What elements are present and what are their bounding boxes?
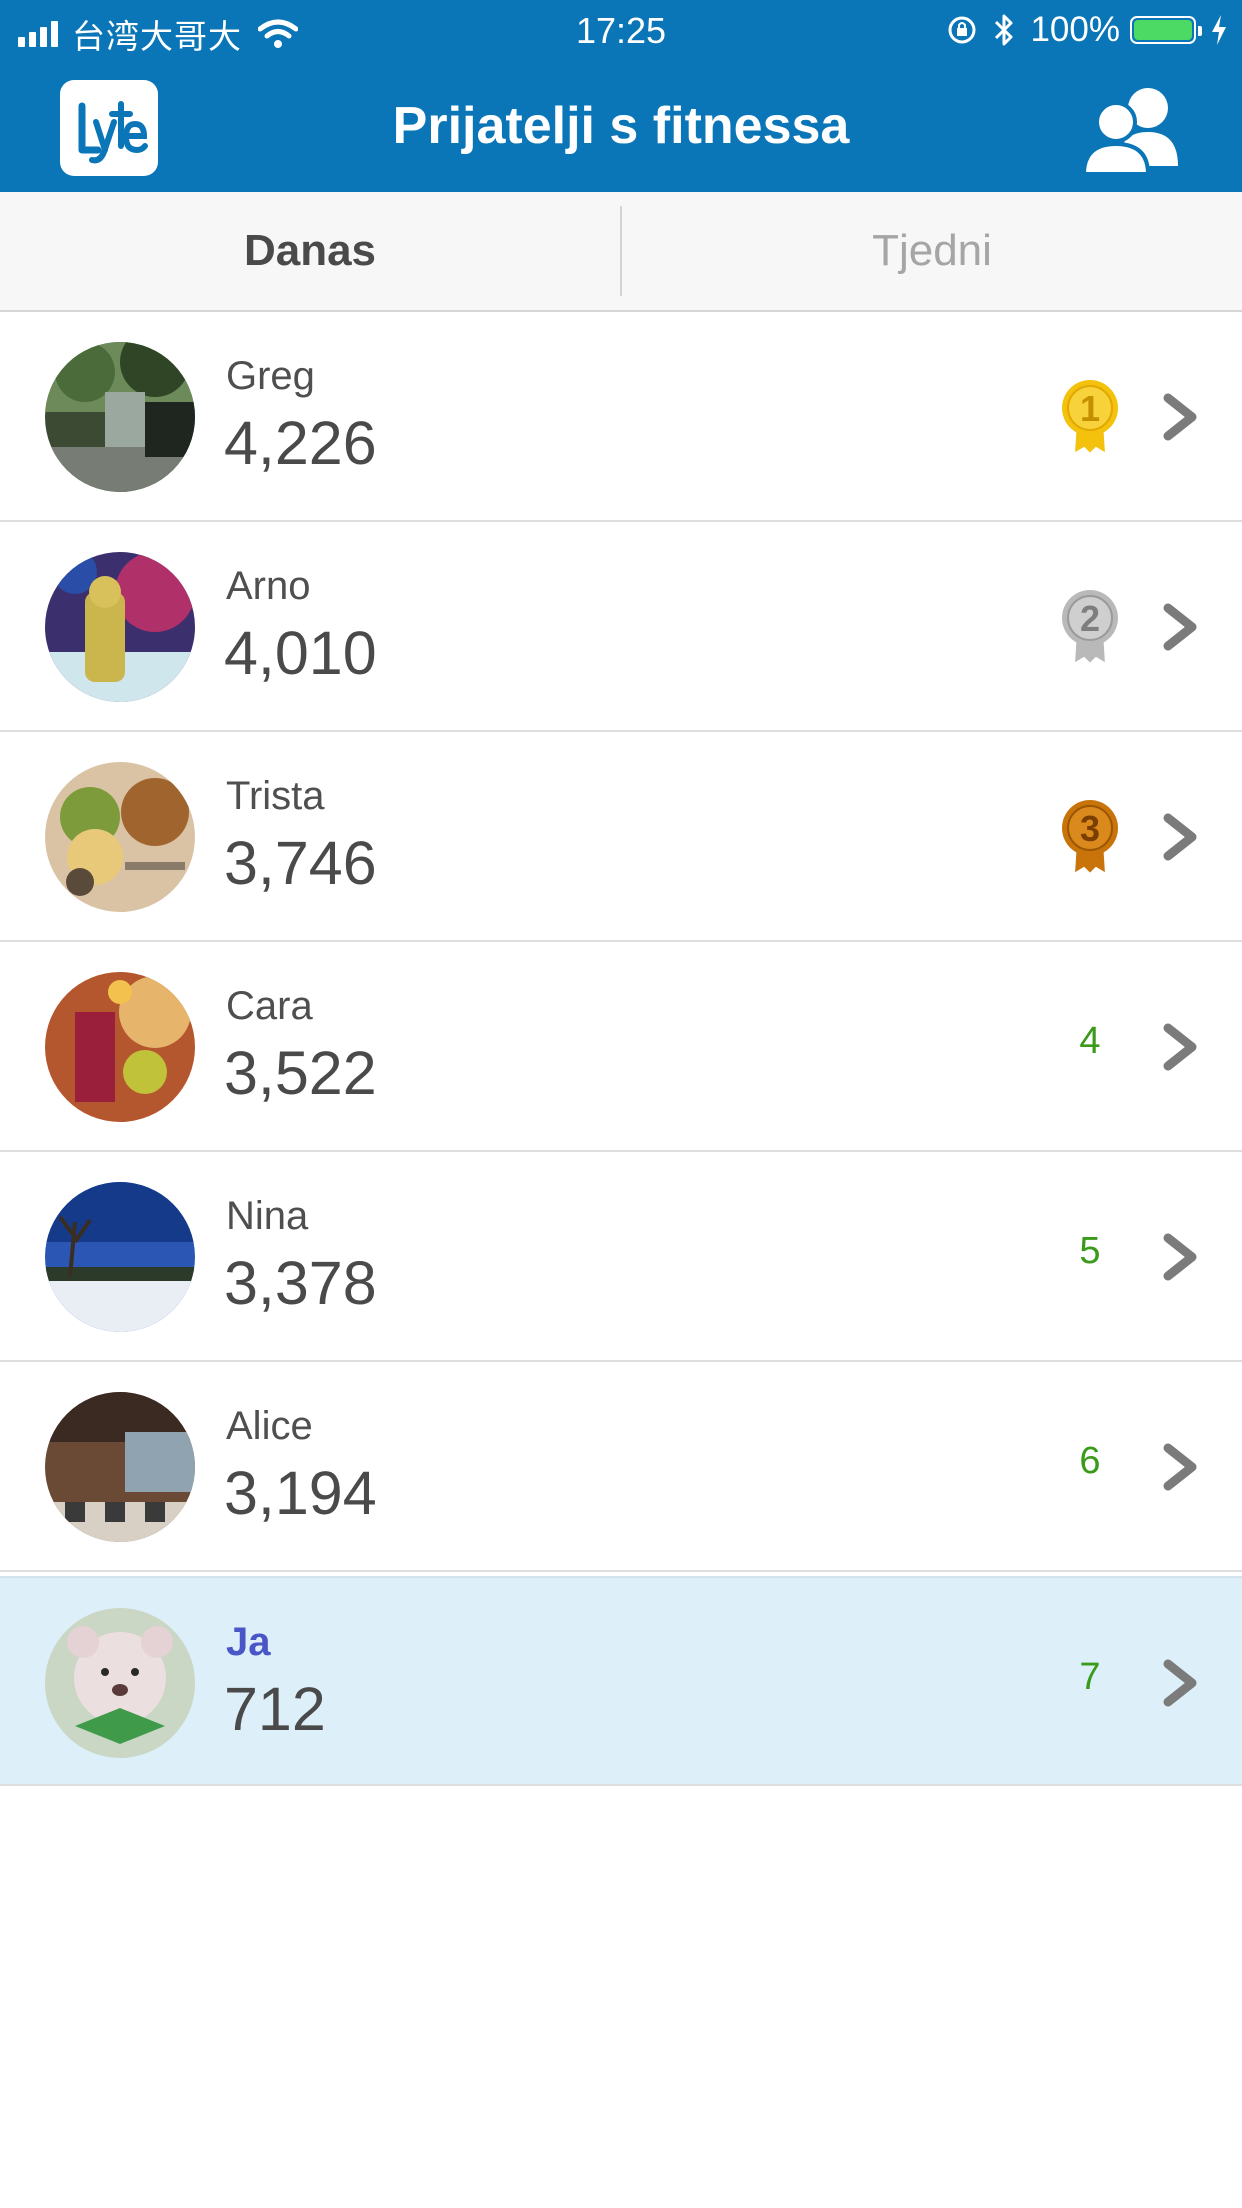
friend-name: Ja — [226, 1620, 271, 1664]
top-bar: 台湾大哥大 17:25 100% Prijatelji s fitnessa — [0, 0, 1242, 192]
period-tabs: Danas Tjedni — [0, 192, 1242, 312]
status-bar: 台湾大哥大 17:25 100% — [0, 0, 1242, 64]
friend-name: Trista — [226, 774, 325, 818]
friend-row[interactable]: Nina 3,378 5 — [0, 1152, 1242, 1362]
battery-percent: 100% — [1030, 10, 1120, 49]
step-count: 4,226 — [224, 409, 377, 477]
avatar — [45, 762, 195, 912]
gold-medal-icon: 1 — [1058, 378, 1122, 458]
my-row[interactable]: Ja 712 7 — [0, 1576, 1242, 1786]
tab-tjedni[interactable]: Tjedni — [622, 192, 1242, 310]
friend-name: Nina — [226, 1194, 309, 1238]
rank-number: 5 — [1079, 1230, 1101, 1272]
avatar — [45, 552, 195, 702]
friend-row[interactable]: Cara 3,522 4 — [0, 942, 1242, 1152]
avatar — [45, 1392, 195, 1542]
friend-name: Greg — [226, 354, 315, 398]
step-count: 3,378 — [224, 1249, 377, 1317]
chevron-right-icon — [1158, 1442, 1204, 1492]
friend-row[interactable]: Alice 3,194 6 — [0, 1362, 1242, 1572]
svg-text:1: 1 — [1080, 388, 1100, 429]
add-friends-icon — [1081, 88, 1178, 176]
add-friends-button[interactable] — [1078, 74, 1188, 182]
step-count: 3,746 — [224, 829, 377, 897]
step-count: 3,194 — [224, 1459, 377, 1527]
svg-text:3: 3 — [1080, 808, 1100, 849]
friend-row[interactable]: Arno 4,010 2 — [0, 522, 1242, 732]
chevron-right-icon — [1158, 812, 1204, 862]
chevron-right-icon — [1158, 1022, 1204, 1072]
rank-number: 7 — [1079, 1656, 1101, 1698]
chevron-right-icon — [1158, 1232, 1204, 1282]
friend-row[interactable]: Trista 3,746 3 — [0, 732, 1242, 942]
avatar — [45, 342, 195, 492]
nav-bar: Prijatelji s fitnessa — [0, 64, 1242, 192]
orientation-lock-icon — [946, 14, 978, 46]
chevron-right-icon — [1158, 392, 1204, 442]
step-count: 3,522 — [224, 1039, 377, 1107]
avatar — [45, 1182, 195, 1332]
friend-name: Arno — [226, 564, 311, 608]
avatar — [45, 1608, 195, 1758]
step-count: 4,010 — [224, 619, 377, 687]
status-right: 100% — [932, 10, 1228, 50]
friend-row[interactable]: Greg 4,226 1 — [0, 312, 1242, 522]
battery-icon — [1130, 16, 1202, 44]
charging-bolt-icon — [1210, 14, 1228, 46]
tab-danas[interactable]: Danas — [0, 192, 620, 310]
rank-number: 4 — [1079, 1020, 1101, 1062]
friend-name: Alice — [226, 1404, 313, 1448]
page-title: Prijatelji s fitnessa — [392, 97, 850, 155]
rank-number: 6 — [1079, 1440, 1101, 1482]
bluetooth-icon — [992, 13, 1016, 47]
step-count: 712 — [224, 1675, 326, 1743]
bronze-medal-icon: 3 — [1058, 798, 1122, 878]
app-screen: 台湾大哥大 17:25 100% Prijatelji s fitnessa D… — [0, 0, 1242, 2208]
chevron-right-icon — [1158, 1658, 1204, 1708]
avatar — [45, 972, 195, 1122]
chevron-right-icon — [1158, 602, 1204, 652]
friend-name: Cara — [226, 984, 313, 1028]
silver-medal-icon: 2 — [1058, 588, 1122, 668]
svg-text:2: 2 — [1080, 598, 1100, 639]
